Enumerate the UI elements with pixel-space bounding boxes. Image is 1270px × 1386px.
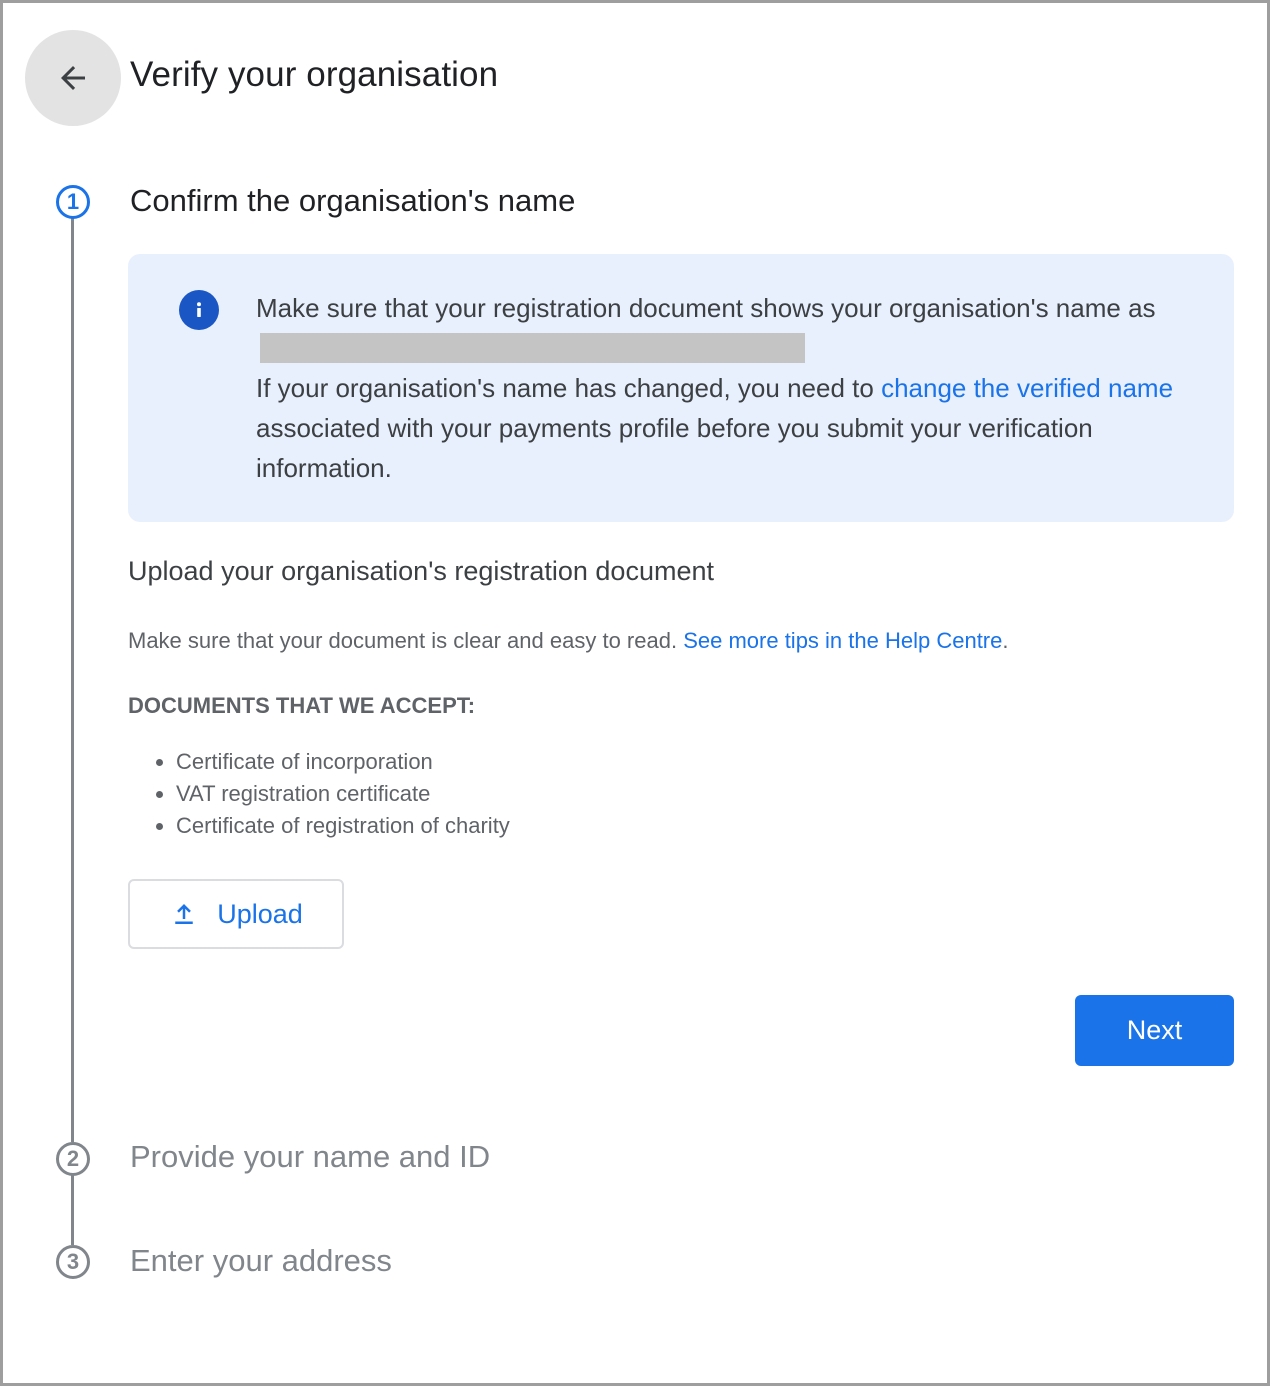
info-line-2-suffix: associated with your payments profile be… (256, 413, 1093, 483)
stepper-connector (71, 218, 74, 1142)
tips-text: Make sure that your document is clear an… (128, 628, 678, 653)
upload-tips: Make sure that your document is clear an… (128, 628, 1009, 654)
info-banner: Make sure that your registration documen… (128, 254, 1234, 522)
info-line-2-prefix: If your organisation's name has changed,… (256, 373, 874, 403)
accepted-documents-list: Certificate of incorporation VAT registr… (128, 746, 510, 842)
help-centre-link[interactable]: See more tips in the Help Centre (683, 628, 1002, 653)
info-icon (179, 290, 219, 330)
arrow-back-icon (61, 66, 85, 90)
tips-period: . (1002, 628, 1009, 653)
upload-button[interactable]: Upload (128, 879, 344, 949)
step-3-indicator: 3 (56, 1245, 90, 1279)
stepper-connector (71, 1175, 74, 1245)
step-1-indicator: 1 (56, 185, 90, 219)
list-item: Certificate of incorporation (176, 746, 510, 778)
back-button[interactable] (25, 30, 121, 126)
list-item: VAT registration certificate (176, 778, 510, 810)
redacted-organisation-name (260, 333, 805, 363)
list-item: Certificate of registration of charity (176, 810, 510, 842)
step-2-indicator: 2 (56, 1142, 90, 1176)
verification-page: Verify your organisation 1 Confirm the o… (0, 0, 1270, 1386)
step-1-title: Confirm the organisation's name (130, 183, 576, 218)
step-2-title[interactable]: Provide your name and ID (130, 1139, 490, 1175)
upload-icon (175, 904, 193, 924)
info-banner-text: Make sure that your registration documen… (256, 288, 1206, 488)
info-line-1: Make sure that your registration documen… (256, 293, 1156, 323)
upload-section-heading: Upload your organisation's registration … (128, 556, 714, 586)
upload-button-label: Upload (217, 898, 303, 929)
accepted-documents-heading: DOCUMENTS THAT WE ACCEPT: (128, 693, 476, 718)
next-button[interactable]: Next (1075, 995, 1234, 1066)
page-title: Verify your organisation (130, 55, 499, 94)
change-verified-name-link[interactable]: change the verified name (881, 373, 1173, 403)
step-3-title[interactable]: Enter your address (130, 1243, 392, 1279)
